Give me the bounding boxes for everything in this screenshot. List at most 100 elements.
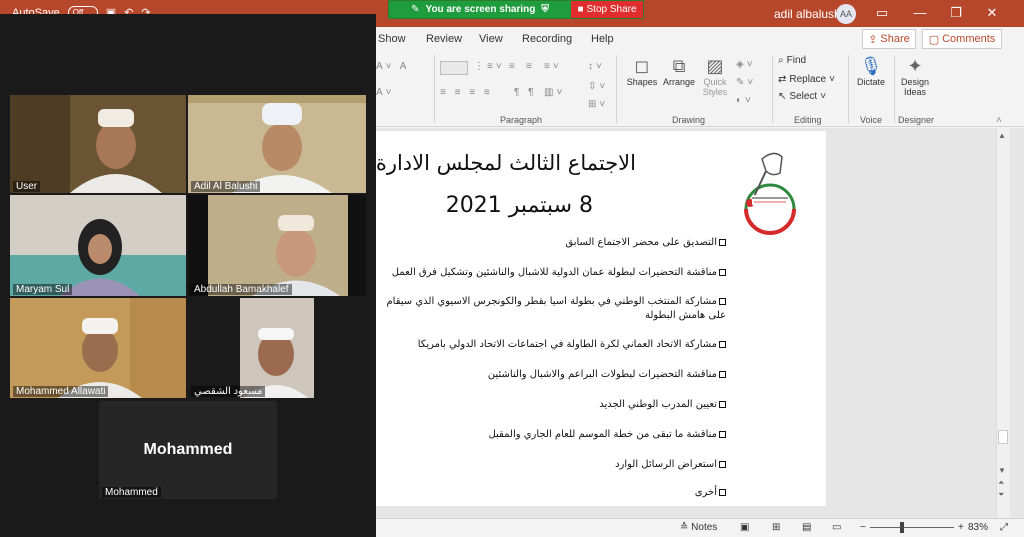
design-ideas-icon: ✦ [907,56,923,76]
participant-tile[interactable]: Maryam Sul [10,195,186,296]
find-button[interactable]: ⌕ Find [778,55,806,66]
align-text-dropdown[interactable]: ⇳˅ [588,81,608,92]
scroll-thumb[interactable] [998,430,1008,444]
slideshow-icon[interactable]: ▭ [832,522,841,533]
checkbox-icon [719,268,726,276]
agenda-item[interactable]: مشاركة المنتخب الوطني في بطولة اسيا بقطر… [376,295,726,323]
quick-styles-button[interactable]: ▨ Quick Styles [698,55,732,97]
slide-sorter-icon[interactable]: ⊞ [772,522,780,533]
agenda-item[interactable]: استعراض الرسائل الوارد [615,459,726,470]
previous-slide-icon[interactable]: ⏶ [998,478,1004,488]
slide[interactable]: الاجتماع الثالث لمجلس الادارة 8 سبتمبر 2… [376,131,826,506]
normal-view-icon[interactable]: ▣ [740,522,749,533]
chevron-down-icon: ˅ [820,91,827,102]
text-direction-icon[interactable]: ¶ ¶ [514,87,537,98]
scroll-down-icon[interactable]: ▼ [998,466,1006,475]
checkbox-icon [719,340,726,348]
collapse-ribbon-icon[interactable]: ˄ [996,115,1005,126]
font-color-controls[interactable]: A˅ [376,87,395,98]
tab-review[interactable]: Review [426,33,462,45]
checkbox-icon [719,297,726,305]
replace-icon: ⇄ [778,74,787,85]
scroll-up-icon[interactable]: ▲ [998,131,1006,140]
participant-name: Adil Al Balushi [191,181,261,192]
zoom-out-icon[interactable]: − [860,522,866,533]
agenda-item[interactable]: مناقشة ما تبقى من خطة الموسم للعام الجار… [488,429,726,440]
agenda-item[interactable]: تعيين المدرب الوطني الجديد [599,399,726,410]
participant-tile[interactable]: مسعود الشقصي [188,298,366,398]
agenda-item[interactable]: أخرى [695,487,726,498]
zoom-in-icon[interactable]: + [958,522,964,533]
smartart-dropdown[interactable]: ⊞˅ [588,99,608,110]
zoom-slider-track[interactable] [870,527,954,528]
arrange-button[interactable]: ⧉ Arrange [660,55,698,87]
slide-title[interactable]: الاجتماع الثالث لمجلس الادارة [376,151,636,175]
shape-effects-icon[interactable]: ◐˅ [736,95,754,106]
avatar[interactable]: AA [836,4,856,24]
fit-slide-icon[interactable]: ⤢ [1000,522,1008,533]
tab-recording[interactable]: Recording [522,33,572,45]
design-ideas-label: Design Ideas [900,77,929,97]
participant-tile-active-speaker[interactable]: Abdullah Bamakhalef [188,195,366,296]
font-size-controls[interactable]: A˅ A [376,61,409,72]
reading-view-icon[interactable]: ▤ [802,522,811,533]
agenda-item[interactable]: مناقشة التحضيرات لبطولة عمان الدولية للا… [392,267,726,278]
shape-outline-icon[interactable]: ✎˅ [736,77,756,88]
divider [848,55,849,123]
replace-button[interactable]: ⇄ Replace ˅ [778,74,835,85]
restore-icon[interactable]: ❐ [946,5,966,21]
participant-tile[interactable]: User [10,95,186,193]
share-button[interactable]: ⇪ Share [862,29,916,49]
stop-share-label: Stop Share [586,4,637,15]
tab-help[interactable]: Help [591,33,614,45]
find-label: Find [786,55,807,66]
zoom-slider-thumb[interactable] [900,522,904,533]
participant-name: User [13,181,41,192]
bullets-dropdown[interactable] [440,61,468,75]
zoom-level[interactable]: 83% [968,522,988,533]
vertical-scrollbar[interactable] [996,128,1010,518]
checkbox-icon [719,460,726,468]
decrease-indent-icon[interactable]: ≡ [509,61,518,72]
shapes-button[interactable]: ◻ Shapes [624,55,660,87]
tab-show[interactable]: Show [378,33,406,45]
participant-name: Abdullah Bamakhalef [191,284,292,295]
checkbox-icon [719,238,726,246]
close-icon[interactable]: ✕ [982,5,1002,21]
align-left-icon[interactable]: ≡ ≡ ≡ ≡ [440,87,493,98]
divider [434,55,435,123]
columns-icon[interactable]: ▥˅ [544,87,565,98]
cursor-icon: ↖ [778,91,787,102]
stop-share-button[interactable]: ■ Stop Share [571,1,643,18]
pin-icon[interactable]: ✎ [411,4,419,15]
shapes-label: Shapes [626,77,658,87]
video-feed [188,95,366,193]
agenda-item[interactable]: مشاركة الاتحاد العماني لكرة الطاولة في ا… [418,339,726,350]
agenda-item[interactable]: التصديق على محضر الاجتماع السابق [565,237,726,248]
line-spacing-icon[interactable]: ≡˅ [544,61,562,72]
design-ideas-button[interactable]: ✦ Design Ideas [896,55,934,97]
agenda-item[interactable]: مناقشة التحضيرات لبطولات البراعم والاشبا… [488,369,726,380]
shape-fill-icon[interactable]: ◈˅ [736,59,756,70]
checkbox-icon [719,430,726,438]
next-slide-icon[interactable]: ⏷ [998,490,1004,500]
participant-tile[interactable]: Mohammed Allawati [10,298,186,398]
text-direction-dropdown[interactable]: ↕˅ [588,61,605,72]
comments-button[interactable]: ▢ Comments [922,29,1002,49]
checkbox-icon [719,488,726,496]
participant-tile-video-off[interactable]: Mohammed Mohammed [99,401,277,499]
slide-date[interactable]: 8 سبتمبر 2021 [446,193,593,218]
select-button[interactable]: ↖ Select ˅ [778,91,826,102]
ribbon-display-icon[interactable]: ▭ [872,5,892,21]
notes-button[interactable]: ≙ Notes [680,522,717,533]
federation-logo [744,152,796,235]
dictate-button[interactable]: 🎙 Dictate [852,55,890,87]
tab-view[interactable]: View [479,33,503,45]
participant-name: Mohammed Allawati [13,386,109,397]
numbering-icon[interactable]: ⋮≡˅ [474,61,505,72]
shield-icon: ⛨ [541,4,549,15]
share-icon: ⇪ [868,33,878,46]
participant-tile[interactable]: Adil Al Balushi [188,95,366,193]
increase-indent-icon[interactable]: ≡ [526,61,535,72]
minimize-icon[interactable]: — [910,5,930,20]
